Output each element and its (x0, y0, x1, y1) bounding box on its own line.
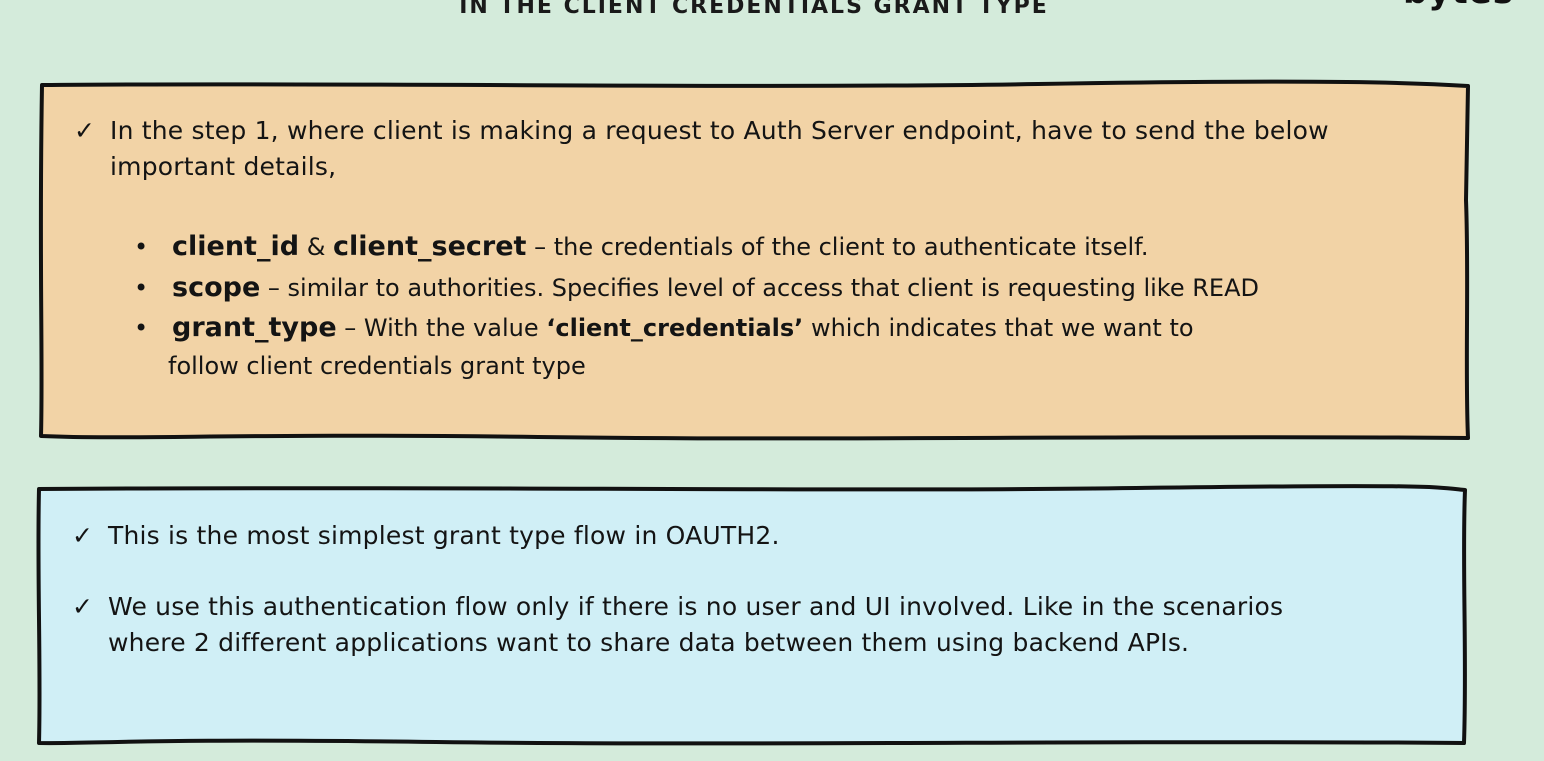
term-client-id: client_id (172, 231, 300, 262)
desc-scope: – similar to authorities. Specifies leve… (267, 274, 1259, 302)
note-2-line-1: We use this authentication flow only if … (108, 592, 1284, 621)
term-scope: scope (172, 272, 261, 303)
ampersand: & (306, 233, 326, 261)
step-details-box: ✓ In the step 1, where client is making … (38, 79, 1472, 442)
intro-line-1: In the step 1, where client is making a … (110, 116, 1329, 145)
desc-grant-type-pre: – With the value (344, 314, 539, 342)
term-client-secret: client_secret (333, 231, 527, 262)
intro-line-2: important details, (110, 152, 337, 181)
notes-box: ✓ This is the most simplest grant type f… (36, 484, 1468, 747)
value-client-credentials: ‘client_credentials’ (546, 314, 804, 342)
term-grant-type: grant_type (172, 312, 337, 343)
grant-type-continuation: follow client credentials grant type (168, 352, 586, 380)
check-icon: ✓ (72, 592, 94, 621)
desc-client-credentials: – the credentials of the client to authe… (534, 233, 1149, 261)
note-2-line-2: where 2 different applications want to s… (108, 628, 1190, 657)
bullet-icon: • (134, 314, 149, 342)
slide-title: IN THE CLIENT CREDENTIALS GRANT TYPE (459, 0, 1049, 19)
check-icon: ✓ (72, 521, 94, 550)
bullet-icon: • (134, 233, 149, 261)
desc-grant-type-post: which indicates that we want to (810, 314, 1194, 342)
brand-logo: bytes (1403, 0, 1514, 12)
bullet-icon: • (134, 274, 149, 302)
note-1-text: This is the most simplest grant type flo… (108, 521, 780, 550)
check-icon: ✓ (74, 116, 96, 145)
